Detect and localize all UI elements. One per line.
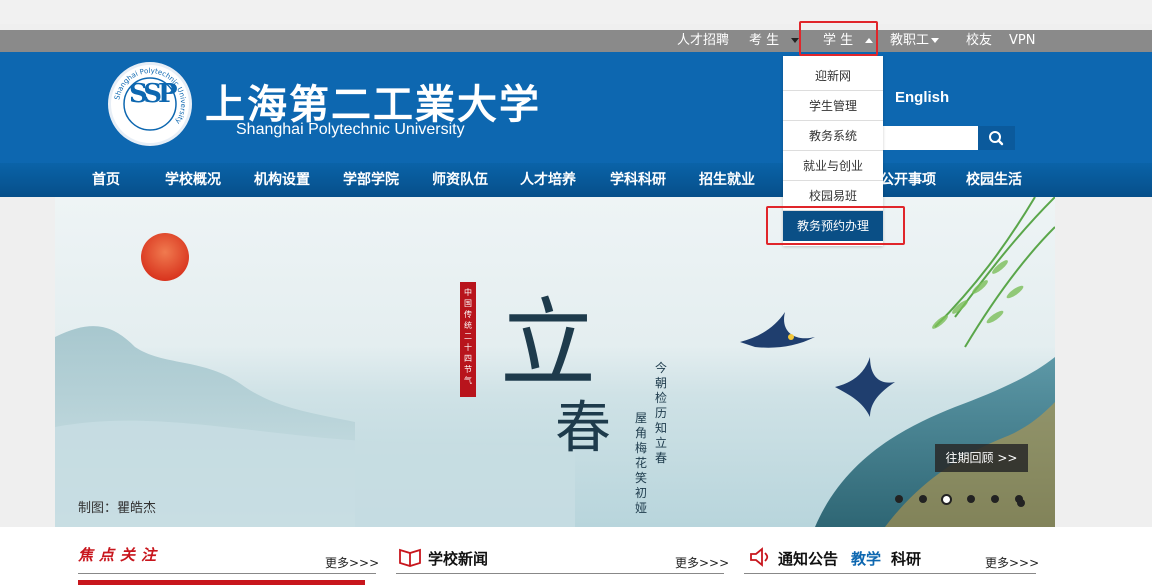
focus-tab-strip	[78, 580, 365, 585]
logo-monogram: SSP	[129, 79, 178, 109]
news-more-link[interactable]: 更多>>>	[675, 554, 729, 571]
dropdown-item-student-management[interactable]: 学生管理	[783, 91, 883, 121]
university-logo[interactable]: Shanghai Polytechnic University SSP	[108, 62, 192, 146]
search-icon	[989, 131, 1004, 146]
nav-teachers[interactable]: 师资队伍	[432, 163, 488, 197]
slide-dot[interactable]	[895, 495, 903, 503]
sun-icon	[141, 233, 189, 281]
focus-section-title: 焦点关注	[78, 546, 163, 564]
nav-admissions[interactable]: 招生就业	[699, 163, 755, 197]
content-sections: 焦点关注 更多>>> 学校新闻 更多>>> 通知公告 教学 科研 更多>>>	[0, 527, 1152, 585]
notice-tab-research[interactable]: 科研	[891, 548, 921, 569]
book-icon	[399, 548, 421, 567]
notice-section-title: 通知公告	[778, 550, 839, 568]
search-input[interactable]	[880, 126, 978, 150]
nav-organization[interactable]: 机构设置	[254, 163, 310, 197]
dropdown-item-employment[interactable]: 就业与创业	[783, 151, 883, 181]
big-char-li: 立	[500, 288, 596, 400]
top-utility-bar: 人才招聘 考 生 学 生 教职工 校友 VPN	[0, 30, 1152, 52]
history-button[interactable]: 往期回顾 >>	[935, 444, 1028, 472]
english-link[interactable]: English	[895, 89, 949, 106]
nav-education[interactable]: 人才培养	[520, 163, 576, 197]
nav-research[interactable]: 学科科研	[610, 163, 666, 197]
search-button[interactable]	[978, 126, 1015, 150]
highlight-box-students	[799, 21, 878, 56]
dropdown-item-academic-system[interactable]: 教务系统	[783, 121, 883, 151]
slide-dot[interactable]	[991, 495, 999, 503]
slide-dot-active[interactable]	[941, 494, 952, 505]
nav-about[interactable]: 学校概况	[165, 163, 221, 197]
banner-caption: 制图：瞿皓杰	[78, 501, 157, 516]
topbar-vpn[interactable]: VPN	[1009, 30, 1035, 52]
slide-dot[interactable]	[967, 495, 975, 503]
dropdown-item-welcome[interactable]: 迎新网	[783, 61, 883, 91]
swallow-icon	[740, 312, 815, 348]
top-strip	[0, 0, 1152, 24]
poem-line-2: 屋角梅花笑初娅	[635, 411, 647, 515]
big-char-chun: 春	[555, 396, 611, 461]
seal-text: 中国传统二十四节气	[464, 287, 472, 385]
nav-public-affairs[interactable]: 公开事项	[880, 163, 936, 197]
notice-more-link[interactable]: 更多>>>	[985, 554, 1039, 571]
focus-more-link[interactable]: 更多>>>	[325, 554, 379, 571]
focus-divider	[78, 573, 376, 574]
news-divider	[396, 573, 724, 574]
notice-tab-teaching[interactable]: 教学	[851, 548, 881, 569]
highlight-box-appointment	[766, 206, 905, 245]
topbar-applicants[interactable]: 考 生	[749, 30, 800, 52]
nav-home[interactable]: 首页	[92, 163, 120, 197]
school-name-en: Shanghai Polytechnic University	[236, 121, 465, 138]
slide-dot[interactable]	[1017, 499, 1025, 507]
banner-artwork: 中国传统二十四节气 立 春 今朝检历知立春 屋角梅花笑初娅	[55, 197, 1055, 527]
topbar-staff-label: 教职工	[890, 33, 930, 48]
speaker-icon	[750, 547, 769, 567]
topbar-applicants-label: 考 生	[749, 33, 780, 48]
nav-campus-life[interactable]: 校园生活	[966, 163, 1022, 197]
swallow-icon	[835, 357, 895, 417]
news-section-title: 学校新闻	[428, 550, 489, 568]
topbar-talent-recruitment[interactable]: 人才招聘	[677, 30, 729, 52]
slide-dot[interactable]	[919, 495, 927, 503]
nav-faculties[interactable]: 学部学院	[343, 163, 399, 197]
topbar-alumni[interactable]: 校友	[966, 30, 992, 52]
caret-down-icon	[931, 38, 940, 43]
hero-banner[interactable]: 中国传统二十四节气 立 春 今朝检历知立春 屋角梅花笑初娅	[55, 197, 1055, 527]
topbar-staff[interactable]: 教职工	[890, 30, 940, 52]
notice-divider	[744, 573, 1036, 574]
main-nav: 首页 学校概况 机构设置 学部学院 师资队伍 人才培养 学科科研 招生就业 公开…	[0, 163, 1152, 197]
poem-line-1: 今朝检历知立春	[655, 360, 667, 465]
